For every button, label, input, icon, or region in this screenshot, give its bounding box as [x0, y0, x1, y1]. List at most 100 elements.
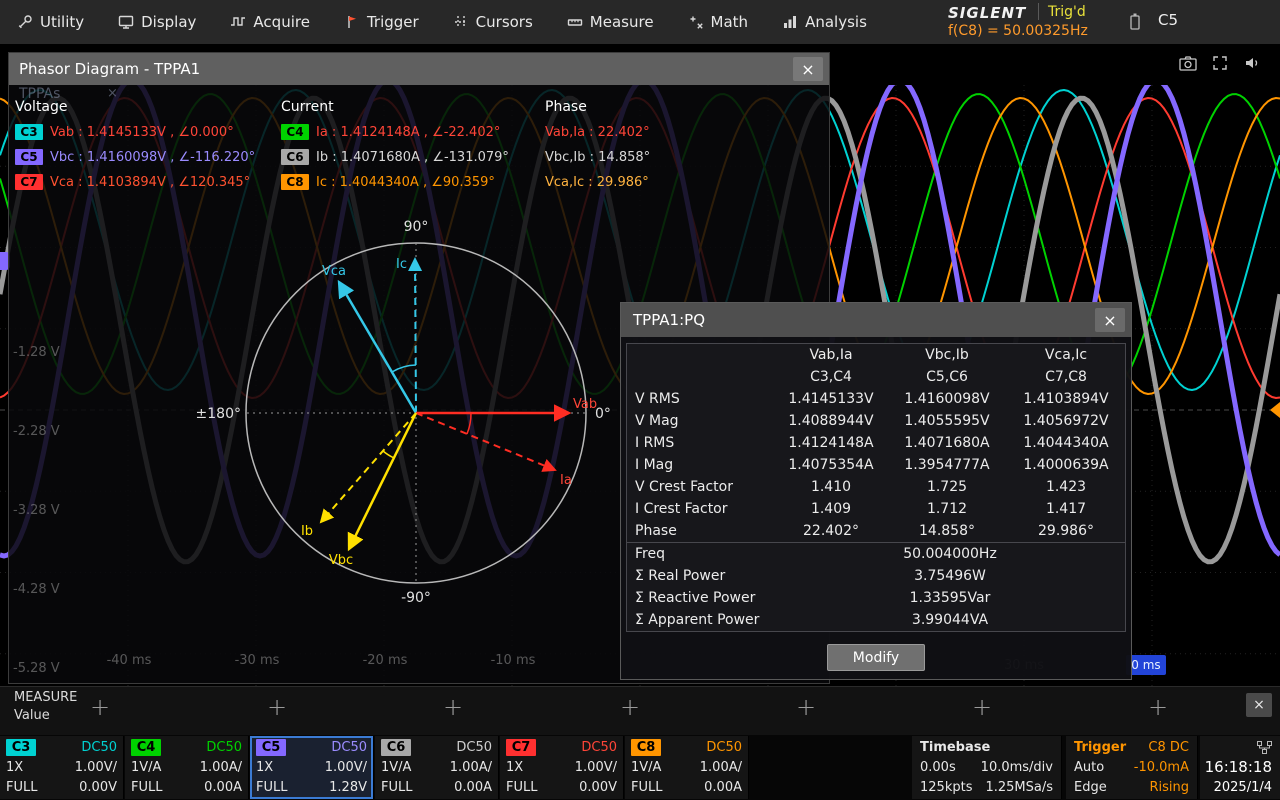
axis-label-180: ±180° — [196, 406, 241, 422]
pq-value: 1.4055595V — [887, 413, 1007, 429]
active-channel-label[interactable]: C5 — [1158, 11, 1178, 29]
channel-badge: C7 — [15, 174, 43, 190]
phasor-window-titlebar[interactable]: Phasor Diagram - TPPA1 × — [9, 53, 829, 85]
ib-label: Ib — [301, 524, 313, 539]
channel-status-c8[interactable]: C8DC50 1V/A1.00A/ FULL0.00A — [625, 736, 749, 799]
legend-voltage-row: C5 Vbc : 1.4160098V , ∠-116.220° — [15, 148, 255, 166]
legend-value: Vca : 1.4103894V , ∠120.345° — [50, 175, 250, 190]
pq-value: 1.725 — [887, 479, 1007, 495]
volt-grid-label: -2.28 V — [13, 424, 60, 439]
axis-label-0: 0° — [595, 406, 611, 422]
menu-measure[interactable]: Measure — [550, 0, 671, 44]
pq-value: 1.712 — [887, 501, 1007, 517]
volt-grid-label: -5.28 V — [13, 661, 60, 676]
power-row: Σ Real Power 3.75496W — [627, 565, 1125, 587]
probe-label: 1V/A — [131, 760, 161, 775]
topbar-divider — [1038, 3, 1039, 20]
display-icon — [118, 14, 134, 30]
channel-badge: C6 — [281, 149, 309, 165]
measure-close-icon[interactable]: × — [1246, 693, 1272, 717]
menu-display[interactable]: Display — [101, 0, 213, 44]
menu-label: Measure — [590, 13, 654, 31]
channel-status-c3[interactable]: C3DC50 1X1.00V/ FULL0.00V — [0, 736, 124, 799]
add-measurement-slot[interactable]: + — [969, 691, 995, 723]
channel-status-c4[interactable]: C4DC50 1V/A1.00A/ FULL0.00A — [125, 736, 249, 799]
fullscreen-icon[interactable] — [1208, 52, 1232, 74]
pq-value: 1.4056972V — [1007, 413, 1125, 429]
frequency-counter-readout: f(C8) = 50.00325Hz — [948, 23, 1088, 39]
add-measurement-slot[interactable]: + — [87, 691, 113, 723]
ic-label: Ic — [396, 257, 407, 272]
channel-status-c7[interactable]: C7DC50 1X1.00V/ FULL0.00V — [500, 736, 624, 799]
add-measurement-slot[interactable]: + — [617, 691, 643, 723]
add-measurement-slot[interactable]: + — [440, 691, 466, 723]
pq-channel-pair: C5,C6 — [887, 369, 1007, 385]
close-icon[interactable]: × — [793, 57, 823, 81]
bandwidth-label: FULL — [6, 780, 37, 795]
vca-vector — [339, 282, 416, 413]
screenshot-camera-icon[interactable] — [1176, 52, 1200, 74]
legend-voltage-row: C3 Vab : 1.4145133V , ∠0.000° — [15, 123, 234, 141]
modify-button[interactable]: Modify — [827, 644, 925, 671]
siglent-logo: SIGLENT — [948, 4, 1026, 22]
pq-value: 1.4145133V — [775, 391, 887, 407]
legend-phase-header: Phase — [545, 99, 587, 115]
bandwidth-label: FULL — [131, 780, 162, 795]
trigger-panel[interactable]: TriggerC8 DC Auto-10.0mA EdgeRising — [1066, 736, 1198, 799]
pq-value: 1.409 — [775, 501, 887, 517]
pq-row-label: Σ Apparent Power — [627, 612, 775, 628]
bandwidth-label: FULL — [631, 780, 662, 795]
menu-label: Display — [141, 13, 196, 31]
axis-label-neg90: -90° — [401, 590, 431, 606]
trigger-level: -10.0mA — [1134, 760, 1189, 775]
add-measurement-slot[interactable]: + — [793, 691, 819, 723]
pq-value: 1.4124148A — [775, 435, 887, 451]
menu-utility[interactable]: Utility — [0, 0, 101, 44]
menu-label: Cursors — [476, 13, 533, 31]
trigger-source: C8 DC — [1148, 740, 1189, 755]
coupling-label: DC50 — [331, 740, 367, 755]
pq-value: 3.75496W — [775, 568, 1125, 584]
network-icon — [1257, 741, 1272, 754]
scale-label: 1.00V/ — [325, 760, 367, 775]
probe-label: 1V/A — [631, 760, 661, 775]
add-measurement-slot[interactable]: + — [264, 691, 290, 723]
menu-acquire[interactable]: Acquire — [213, 0, 327, 44]
pq-value: 1.410 — [775, 479, 887, 495]
pq-row-label: V RMS — [627, 391, 775, 407]
volt-grid-label: -4.28 V — [13, 582, 60, 597]
close-icon[interactable]: × — [1095, 308, 1125, 332]
menu-cursors[interactable]: Cursors — [436, 0, 550, 44]
scale-label: 1.00A/ — [200, 760, 242, 775]
timebase-panel[interactable]: Timebase 0.00s10.0ms/div 125kpts1.25MSa/… — [912, 736, 1062, 799]
channel-status-c6[interactable]: C6DC50 1V/A1.00A/ FULL0.00A — [375, 736, 499, 799]
pq-value: 1.417 — [1007, 501, 1125, 517]
pq-value: 1.4075354A — [775, 457, 887, 473]
pq-dialog-titlebar[interactable]: TPPA1:PQ × — [621, 303, 1131, 337]
trigger-level-marker[interactable] — [1270, 402, 1280, 418]
pq-row-label: I Mag — [627, 457, 775, 473]
channel-badge: C3 — [6, 739, 36, 756]
channel-status-c5[interactable]: C5DC50 1X1.00V/ FULL1.28V — [250, 736, 374, 799]
probe-label: 1X — [6, 760, 23, 775]
menu-math[interactable]: Math — [671, 0, 766, 44]
pq-column-header-row: Vab,Ia Vbc,Ib Vca,Ic — [627, 344, 1125, 366]
menu-trigger[interactable]: Trigger — [327, 0, 436, 44]
pq-channel-row: C3,C4 C5,C6 C7,C8 — [627, 366, 1125, 388]
add-measurement-slot[interactable]: + — [1145, 691, 1171, 723]
axis-label-90: 90° — [404, 219, 429, 235]
pq-value: 1.4160098V — [887, 391, 1007, 407]
trigger-title: Trigger — [1074, 740, 1126, 755]
menu-analysis[interactable]: Analysis — [765, 0, 884, 44]
sound-icon[interactable] — [1240, 52, 1264, 74]
clock-panel[interactable]: 16:18:18 2025/1/4 — [1200, 736, 1280, 799]
coupling-label: DC50 — [706, 740, 742, 755]
vbc-label: Vbc — [329, 553, 353, 568]
power-row: Σ Reactive Power 1.33595Var — [627, 587, 1125, 609]
legend-current-header: Current — [281, 99, 334, 115]
legend-value: Ib : 1.4071680A , ∠-131.079° — [316, 150, 509, 165]
cursors-icon — [453, 14, 469, 30]
measure-bar: MEASURE Value + + + + + + + × — [0, 686, 1280, 736]
pq-value: 1.33595Var — [775, 590, 1125, 606]
trigger-mode: Auto — [1074, 760, 1104, 775]
